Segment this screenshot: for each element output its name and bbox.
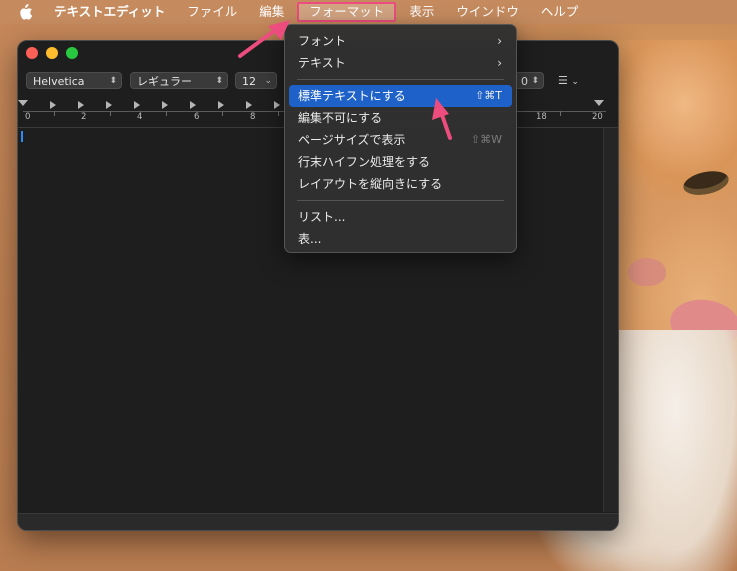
- tab-stop-marker[interactable]: [106, 101, 112, 109]
- apple-logo-icon[interactable]: [18, 4, 32, 20]
- menu-item-label: レイアウトを縦向きにする: [298, 177, 443, 191]
- chevron-down-icon: ⌄: [571, 77, 579, 87]
- ruler-number: 8: [250, 112, 256, 122]
- menu-item-text[interactable]: テキスト ›: [289, 52, 512, 74]
- first-line-indent-marker[interactable]: [18, 100, 28, 106]
- menu-item-shortcut: ⇧⌘T: [475, 89, 502, 102]
- ruler-tick: [560, 111, 561, 116]
- tab-stop-marker[interactable]: [274, 101, 280, 109]
- list-icon: ☰: [558, 74, 568, 87]
- font-style-popup[interactable]: レギュラー ⬍: [130, 72, 228, 89]
- chevron-right-icon: ›: [497, 56, 502, 70]
- right-margin-marker[interactable]: [594, 100, 604, 106]
- menu-item-label: 標準テキストにする: [298, 89, 406, 103]
- cat-photo-chest: [600, 330, 737, 571]
- font-size-value: 12: [242, 75, 256, 88]
- font-family-value: Helvetica: [33, 75, 85, 88]
- menu-item-shortcut: ⇧⌘W: [470, 133, 502, 146]
- font-size-combo[interactable]: 12 ⌄: [235, 72, 277, 89]
- tab-stop-marker[interactable]: [246, 101, 252, 109]
- menubar-file[interactable]: ファイル: [176, 2, 248, 22]
- menu-separator: [297, 200, 504, 201]
- ruler-tick: [222, 111, 223, 116]
- tab-stop-marker[interactable]: [78, 101, 84, 109]
- menu-item-label: 編集不可にする: [298, 111, 383, 125]
- menu-item-list[interactable]: リスト...: [289, 206, 512, 228]
- ruler-tick: [110, 111, 111, 116]
- line-spacing-value: 0: [521, 75, 528, 88]
- zoom-button[interactable]: [66, 47, 78, 59]
- horizontal-scrollbar[interactable]: [18, 513, 618, 530]
- menubar-format[interactable]: フォーマット: [297, 2, 397, 22]
- menubar-view[interactable]: 表示: [398, 2, 445, 22]
- ruler-number: 18: [536, 112, 547, 122]
- menubar-window[interactable]: ウインドウ: [445, 2, 530, 22]
- ruler-number: 0: [25, 112, 31, 122]
- menu-item-label: 行末ハイフン処理をする: [298, 155, 431, 169]
- chevron-right-icon: ›: [497, 34, 502, 48]
- updown-chevron-icon: ⬍: [531, 76, 539, 86]
- menubar-app-name[interactable]: テキストエディット: [54, 2, 176, 22]
- menu-bar: テキストエディット ファイル 編集 フォーマット 表示 ウインドウ ヘルプ: [0, 0, 737, 24]
- tab-stop-marker[interactable]: [162, 101, 168, 109]
- tab-stop-marker[interactable]: [50, 101, 56, 109]
- menu-item-font[interactable]: フォント ›: [289, 30, 512, 52]
- menu-separator: [297, 79, 504, 80]
- tab-stop-marker[interactable]: [218, 101, 224, 109]
- line-spacing-popup[interactable]: 0 ⬍: [514, 72, 544, 89]
- ruler-number: 20: [592, 112, 603, 122]
- menu-item-label: 表...: [298, 232, 322, 246]
- text-cursor: [21, 131, 23, 142]
- tab-stop-marker[interactable]: [134, 101, 140, 109]
- menubar-help[interactable]: ヘルプ: [530, 2, 590, 22]
- menu-item-make-plain-text[interactable]: 標準テキストにする ⇧⌘T: [289, 85, 512, 107]
- chevron-down-icon: ⌄: [264, 76, 272, 86]
- list-bullets-popup[interactable]: ☰ ⌄: [558, 72, 579, 91]
- ruler-tick: [54, 111, 55, 116]
- font-family-popup[interactable]: Helvetica ⬍: [26, 72, 122, 89]
- ruler-tick: [278, 111, 279, 116]
- menu-item-label: フォント: [298, 34, 347, 48]
- menu-item-hyphenation[interactable]: 行末ハイフン処理をする: [289, 151, 512, 173]
- vertical-scrollbar[interactable]: [603, 128, 618, 512]
- ruler-number: 2: [81, 112, 87, 122]
- menubar-edit[interactable]: 編集: [248, 2, 295, 22]
- updown-chevron-icon: ⬍: [109, 76, 117, 86]
- ruler-number: 4: [137, 112, 143, 122]
- close-button[interactable]: [26, 47, 38, 59]
- menu-item-table[interactable]: 表...: [289, 228, 512, 250]
- menu-item-vertical-layout[interactable]: レイアウトを縦向きにする: [289, 173, 512, 195]
- menu-item-prevent-editing[interactable]: 編集不可にする: [289, 107, 512, 129]
- font-style-value: レギュラー: [137, 75, 192, 88]
- menu-item-wrap-to-page[interactable]: ページサイズで表示 ⇧⌘W: [289, 129, 512, 151]
- format-menu: フォント › テキスト › 標準テキストにする ⇧⌘T 編集不可にする ページサ…: [284, 24, 517, 253]
- menu-item-label: テキスト: [298, 56, 346, 70]
- menu-item-label: リスト...: [298, 210, 346, 224]
- minimize-button[interactable]: [46, 47, 58, 59]
- menu-item-label: ページサイズで表示: [298, 133, 406, 147]
- ruler-tick: [166, 111, 167, 116]
- updown-chevron-icon: ⬍: [215, 76, 223, 86]
- ruler-number: 6: [194, 112, 200, 122]
- tab-stop-marker[interactable]: [190, 101, 196, 109]
- cat-photo-nose: [628, 258, 666, 286]
